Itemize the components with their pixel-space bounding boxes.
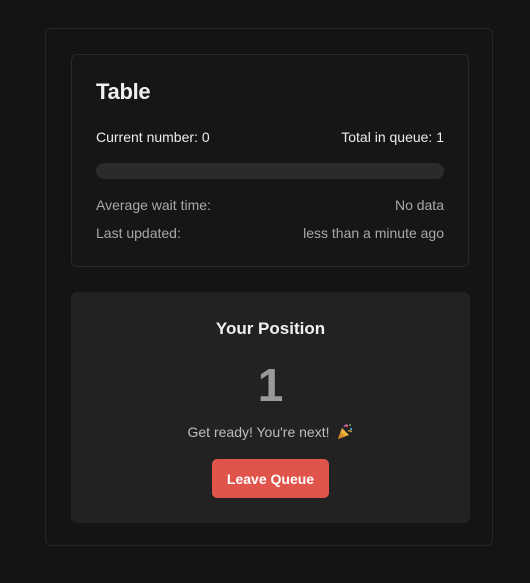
last-updated-row: Last updated: less than a minute ago (96, 225, 444, 241)
average-wait-value: No data (394, 197, 444, 213)
queue-counts-row: Current number: 0 Total in queue: 1 (96, 129, 444, 145)
your-position-card: Your Position 1 Get ready! You're next! … (71, 292, 470, 523)
leave-queue-button[interactable]: Leave Queue (212, 459, 329, 498)
party-popper-icon (336, 423, 354, 441)
total-in-queue: Total in queue: 1 (341, 129, 444, 145)
position-message-row: Get ready! You're next! (71, 423, 470, 441)
position-number: 1 (257, 359, 284, 411)
queue-status-card: Table Current number: 0 Total in queue: … (71, 54, 469, 267)
position-title: Your Position (215, 319, 326, 338)
average-wait-label: Average wait time: (96, 197, 211, 213)
current-number: Current number: 0 (96, 129, 210, 145)
last-updated-label: Last updated: (96, 225, 181, 241)
queue-progress-bar (96, 163, 444, 179)
position-message: Get ready! You're next! (187, 424, 330, 440)
queue-panel: Table Current number: 0 Total in queue: … (45, 28, 493, 546)
average-wait-row: Average wait time: No data (96, 197, 444, 213)
queue-title: Table (96, 79, 151, 104)
last-updated-value: less than a minute ago (303, 225, 444, 241)
